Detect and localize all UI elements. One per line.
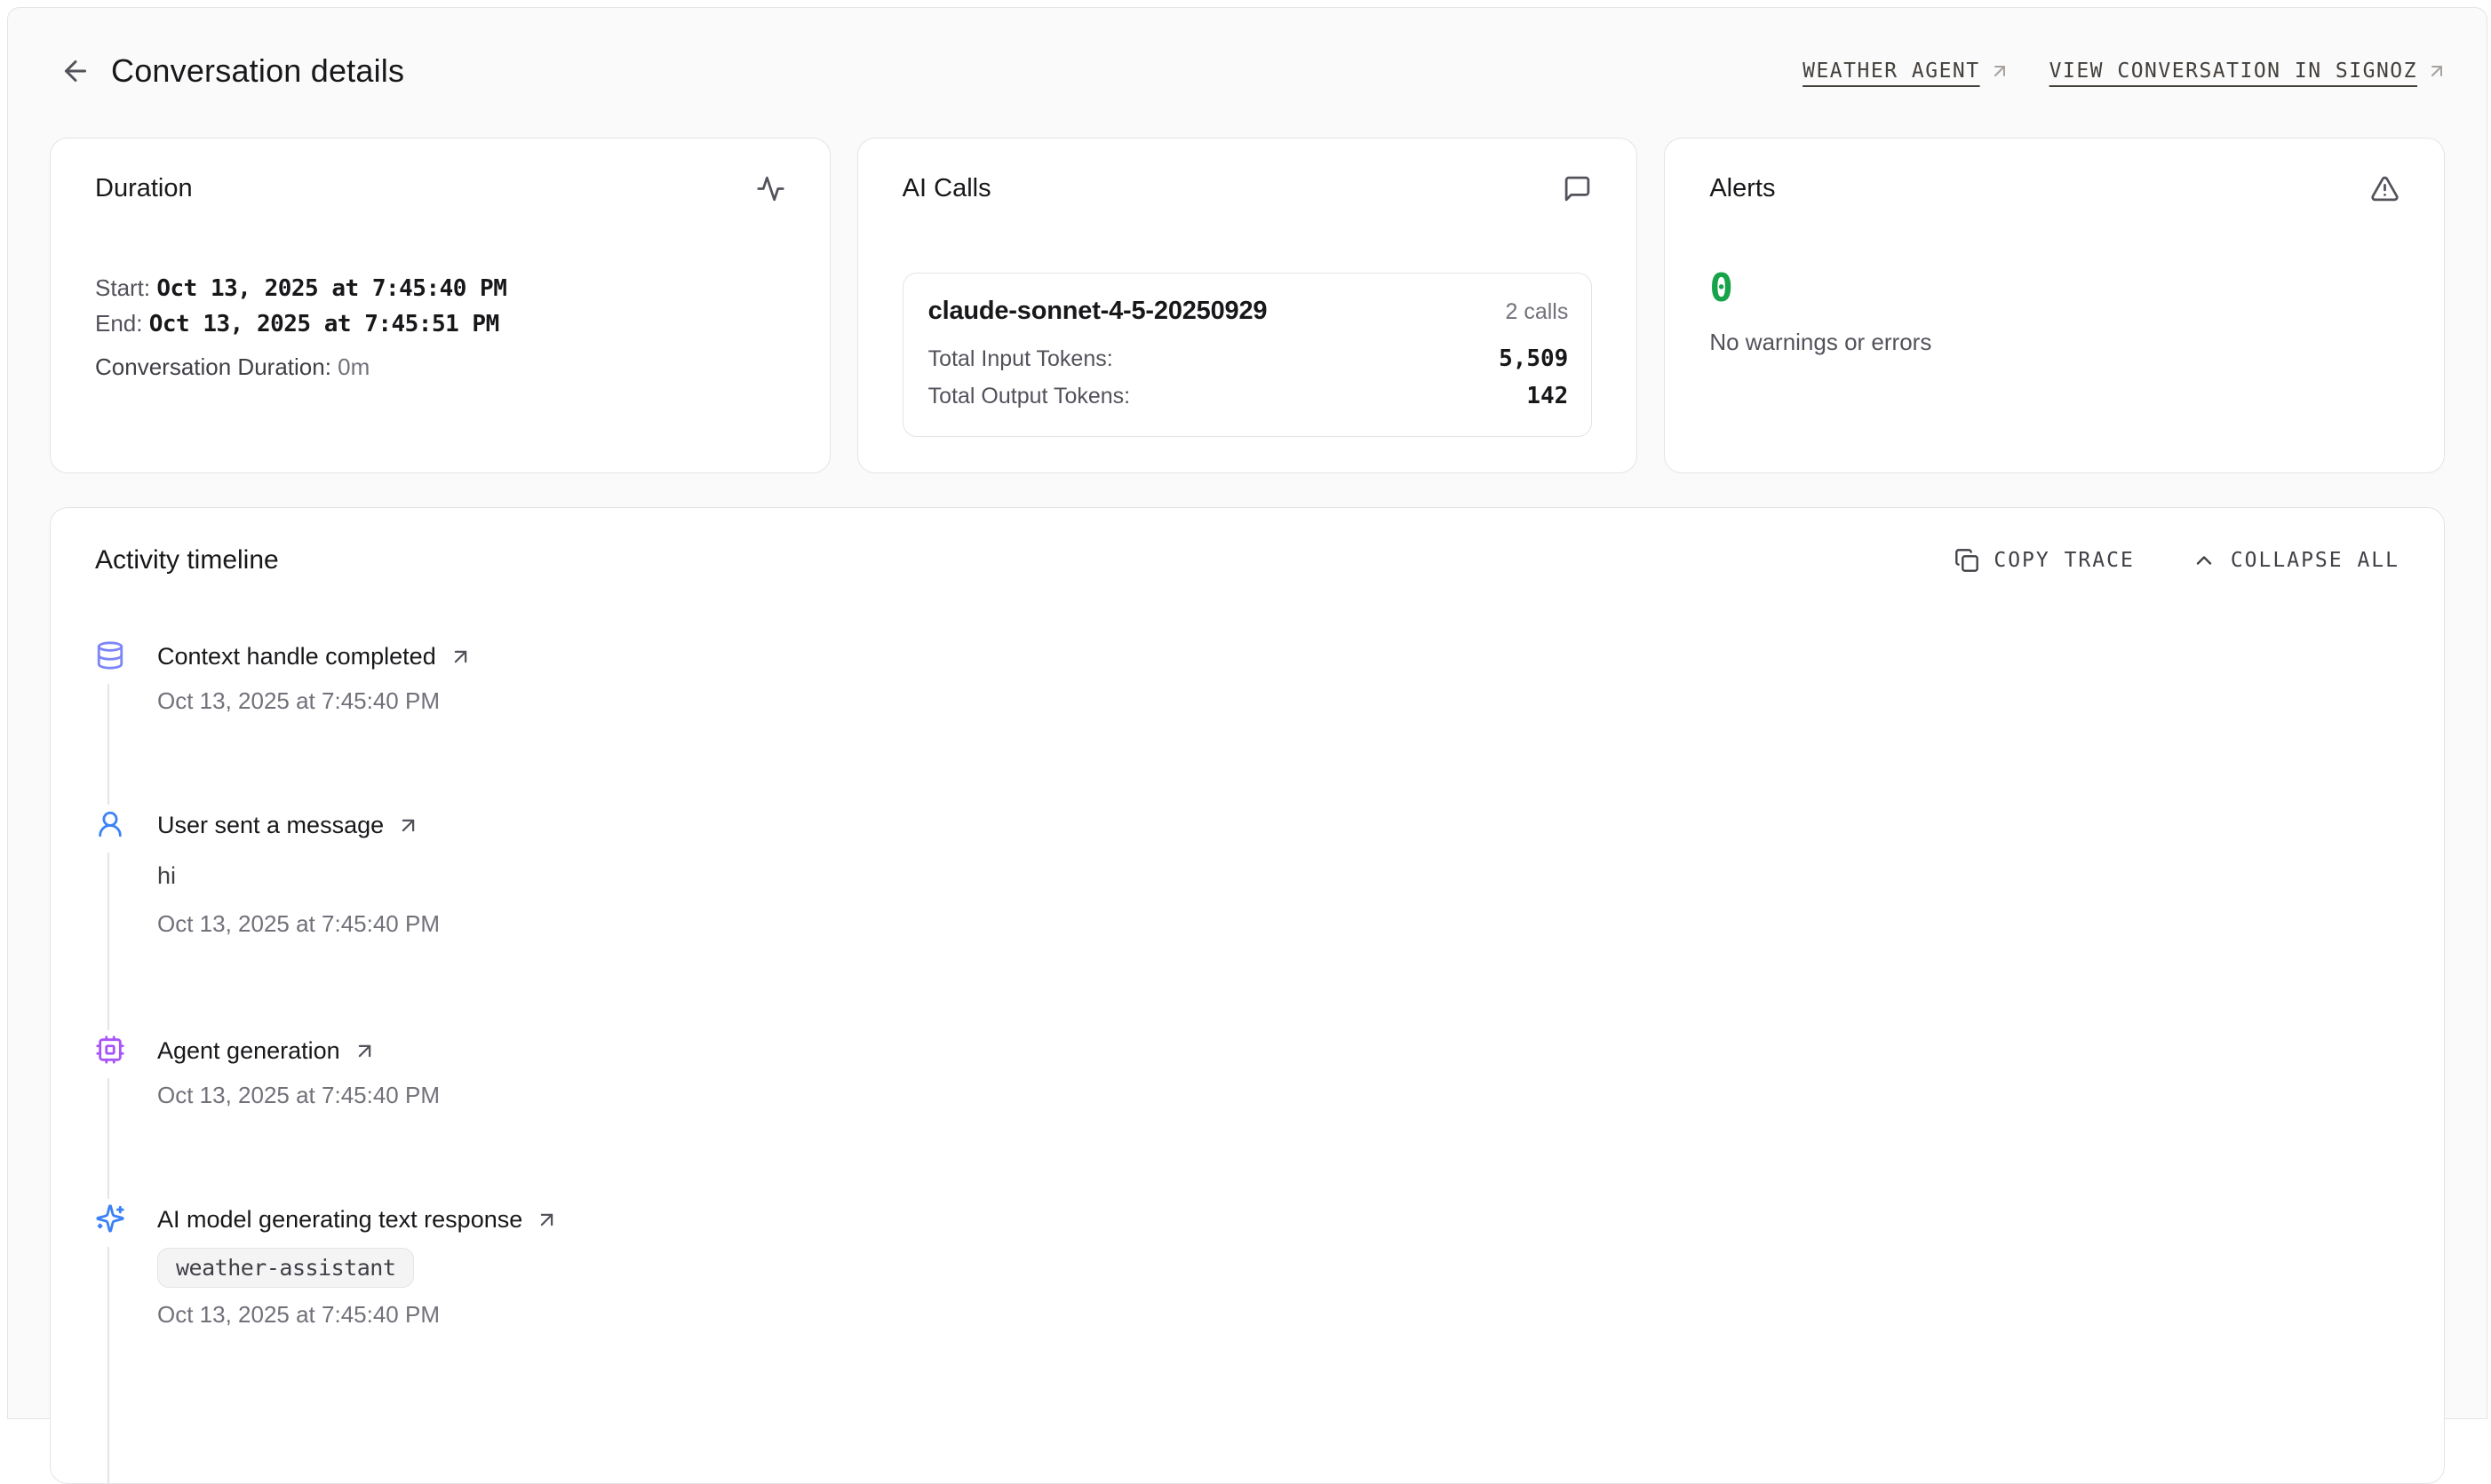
back-button[interactable]: [60, 55, 92, 87]
timeline-item-title: User sent a message: [157, 812, 384, 839]
timeline-item-timestamp: Oct 13, 2025 at 7:45:40 PM: [157, 910, 2399, 938]
external-link-icon: [353, 1039, 377, 1063]
timeline-item-link[interactable]: Context handle completed: [157, 643, 2399, 671]
activity-timeline-title: Activity timeline: [95, 545, 279, 575]
timeline-item-link[interactable]: AI model generating text response: [157, 1206, 2399, 1234]
activity-icon: [756, 174, 785, 203]
signoz-link-label: VIEW CONVERSATION IN SIGNOZ: [2049, 60, 2417, 83]
copy-icon: [1954, 548, 1979, 573]
timeline-item-content: hi: [157, 862, 2399, 890]
view-conversation-signoz-link[interactable]: VIEW CONVERSATION IN SIGNOZ: [2049, 60, 2447, 83]
header-links: WEATHER AGENT VIEW CONVERSATION IN SIGNO…: [1803, 60, 2447, 83]
collapse-all-label: COLLAPSE ALL: [2231, 549, 2399, 572]
ai-calls-card: AI Calls claude-sonnet-4-5-20250929 2 ca…: [857, 138, 1638, 473]
external-link-icon: [1989, 60, 2010, 82]
end-label: End:: [95, 310, 143, 337]
timeline-item: AI model generating text response weather…: [95, 1206, 2399, 1329]
cpu-icon: [95, 1035, 125, 1065]
start-value: Oct 13, 2025 at 7:45:40 PM: [156, 275, 506, 302]
timeline-item-title: AI model generating text response: [157, 1206, 522, 1234]
chevron-up-icon: [2192, 548, 2216, 573]
timeline-item-title: Agent generation: [157, 1037, 340, 1065]
ai-calls-card-title: AI Calls: [903, 174, 991, 203]
timeline-item-badge: weather-assistant: [157, 1248, 414, 1288]
end-value: Oct 13, 2025 at 7:45:51 PM: [149, 311, 499, 337]
collapse-all-button[interactable]: COLLAPSE ALL: [2192, 548, 2399, 573]
timeline-item-title: Context handle completed: [157, 643, 436, 671]
arrow-left-icon: [60, 55, 92, 87]
model-name: claude-sonnet-4-5-20250929: [928, 297, 1268, 326]
alerts-card: Alerts 0 No warnings or errors: [1664, 138, 2445, 473]
duration-card: Duration Start: Oct 13, 2025 at 7:45:40 …: [50, 138, 831, 473]
timeline-item-timestamp: Oct 13, 2025 at 7:45:40 PM: [157, 687, 2399, 715]
conversation-duration-label: Conversation Duration:: [95, 353, 331, 380]
summary-cards-row: Duration Start: Oct 13, 2025 at 7:45:40 …: [50, 138, 2445, 473]
input-tokens-value: 5,509: [1499, 345, 1568, 372]
page-header: Conversation details WEATHER AGENT VIEW …: [8, 8, 2487, 90]
timeline-item-link[interactable]: Agent generation: [157, 1037, 2399, 1065]
start-label: Start:: [95, 274, 150, 301]
timeline-item-timestamp: Oct 13, 2025 at 7:45:40 PM: [157, 1301, 2399, 1329]
message-square-icon: [1563, 174, 1592, 203]
main-panel: Conversation details WEATHER AGENT VIEW …: [7, 7, 2487, 1419]
timeline-item-link[interactable]: User sent a message: [157, 812, 2399, 839]
page-title: Conversation details: [111, 52, 404, 90]
weather-agent-link[interactable]: WEATHER AGENT: [1803, 60, 2010, 83]
copy-trace-button[interactable]: COPY TRACE: [1954, 548, 2134, 573]
external-link-icon: [2426, 60, 2447, 82]
timeline-item: Agent generation Oct 13, 2025 at 7:45:40 …: [95, 1037, 2399, 1206]
external-link-icon: [396, 813, 420, 837]
timeline-item: User sent a message hi Oct 13, 2025 at 7:4…: [95, 812, 2399, 1037]
database-icon: [95, 640, 125, 671]
timeline-item: Context handle completed Oct 13, 2025 at …: [95, 643, 2399, 812]
external-link-icon: [535, 1208, 559, 1232]
duration-start-row: Start: Oct 13, 2025 at 7:45:40 PM: [95, 274, 785, 303]
output-tokens-label: Total Output Tokens:: [928, 384, 1130, 409]
input-tokens-label: Total Input Tokens:: [928, 346, 1113, 372]
external-link-icon: [449, 645, 473, 669]
user-icon: [95, 809, 125, 839]
activity-timeline-card: Activity timeline COPY TRACE COLLAPSE AL…: [50, 507, 2445, 1484]
sparkles-icon: [95, 1203, 125, 1234]
alerts-card-title: Alerts: [1709, 174, 1775, 203]
conversation-duration-value: 0m: [338, 353, 370, 380]
weather-agent-link-label: WEATHER AGENT: [1803, 60, 1980, 83]
duration-end-row: End: Oct 13, 2025 at 7:45:51 PM: [95, 310, 785, 338]
model-usage-card: claude-sonnet-4-5-20250929 2 calls Total…: [903, 273, 1593, 437]
output-tokens-value: 142: [1526, 383, 1568, 409]
alerts-count: 0: [1709, 267, 2399, 310]
conversation-duration-row: Conversation Duration: 0m: [95, 353, 785, 381]
timeline-item-timestamp: Oct 13, 2025 at 7:45:40 PM: [157, 1082, 2399, 1109]
duration-card-title: Duration: [95, 174, 193, 203]
model-call-count: 2 calls: [1505, 299, 1568, 325]
timeline-list: Context handle completed Oct 13, 2025 at …: [95, 643, 2399, 1329]
triangle-alert-icon: [2370, 174, 2399, 203]
copy-trace-label: COPY TRACE: [1994, 549, 2134, 572]
alerts-message: No warnings or errors: [1709, 329, 2399, 356]
